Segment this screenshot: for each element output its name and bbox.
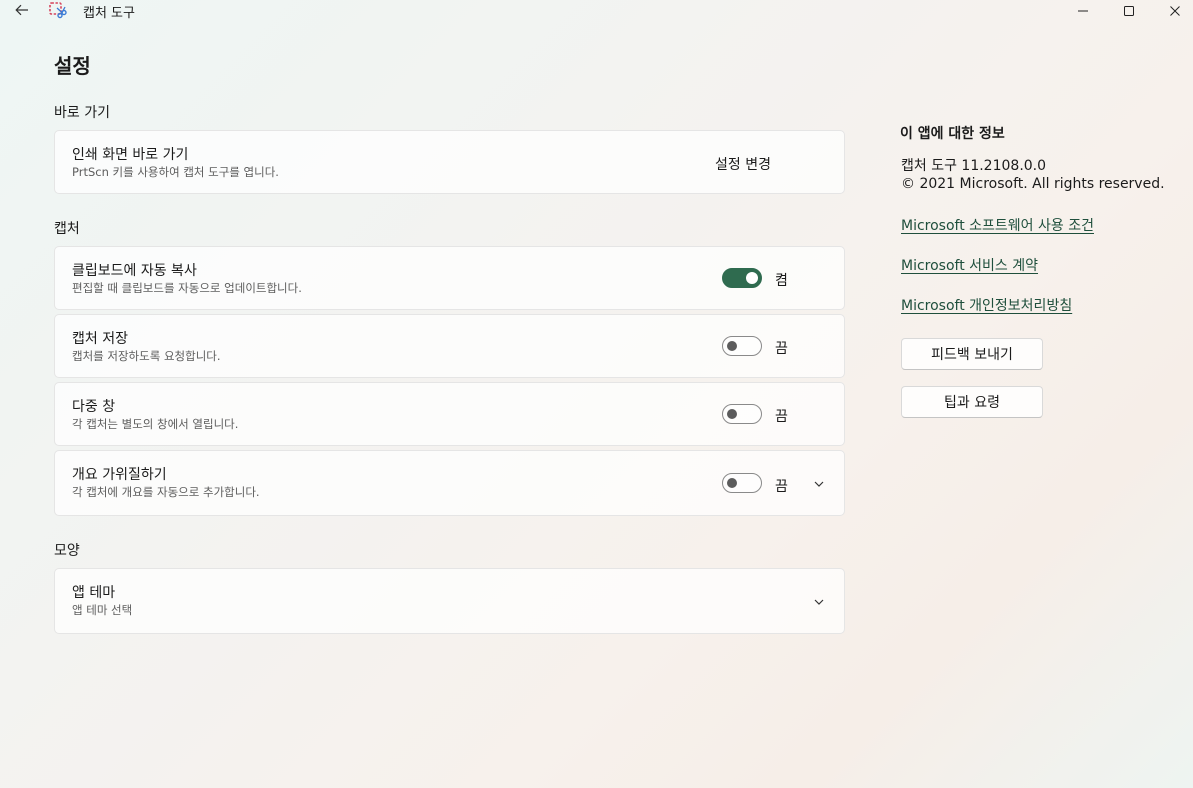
snipping-tool-app-icon: [49, 2, 67, 19]
snip-outline-state: 끔: [775, 479, 788, 495]
auto-copy-desc: 편집할 때 클립보드를 자동으로 업데이트합니다.: [72, 281, 302, 295]
save-snips-state: 끔: [775, 341, 788, 357]
save-snips-toggle[interactable]: [722, 336, 762, 356]
snip-outline-title: 개요 가위질하기: [72, 467, 167, 483]
app-theme-title: 앱 테마: [72, 585, 116, 601]
auto-copy-state: 켬: [775, 273, 788, 289]
about-version: 캡처 도구 11.2108.0.0: [901, 158, 1047, 174]
minimize-icon: [1078, 10, 1088, 12]
save-snips-card: 캡처 저장 캡처를 저장하도록 요청합니다. 끔: [54, 314, 845, 378]
multiple-windows-state: 끔: [775, 409, 788, 425]
app-theme-card[interactable]: 앱 테마 앱 테마 선택: [54, 568, 845, 634]
save-snips-title: 캡처 저장: [72, 331, 128, 347]
snip-outline-desc: 각 캡처에 개요를 자동으로 추가합니다.: [72, 485, 260, 499]
minimize-button[interactable]: [1060, 0, 1106, 22]
snip-outline-card[interactable]: 개요 가위질하기 각 캡처에 개요를 자동으로 추가합니다. 끔: [54, 450, 845, 516]
multiple-windows-desc: 각 캡처는 별도의 창에서 열립니다.: [72, 417, 239, 431]
back-button[interactable]: [10, 0, 34, 20]
section-label-shortcuts: 바로 가기: [54, 105, 110, 121]
multiple-windows-title: 다중 창: [72, 399, 116, 415]
app-theme-desc: 앱 테마 선택: [72, 603, 133, 617]
title-bar: 캡처 도구: [0, 0, 1193, 22]
maximize-icon: [1124, 6, 1134, 16]
auto-copy-title: 클립보드에 자동 복사: [72, 263, 197, 279]
about-heading: 이 앱에 대한 정보: [900, 126, 1005, 142]
section-label-capture: 캡처: [54, 221, 80, 237]
change-settings-link[interactable]: 설정 변경: [715, 154, 771, 174]
privacy-statement-link[interactable]: Microsoft 개인정보처리방침: [901, 295, 1072, 315]
arrow-left-icon: [15, 4, 28, 16]
multiple-windows-toggle[interactable]: [722, 404, 762, 424]
about-copyright: © 2021 Microsoft. All rights reserved.: [901, 176, 1165, 192]
license-terms-link[interactable]: Microsoft 소프트웨어 사용 조건: [901, 215, 1094, 235]
print-screen-title: 인쇄 화면 바로 가기: [72, 147, 189, 163]
chevron-down-icon[interactable]: [812, 595, 826, 609]
send-feedback-button[interactable]: 피드백 보내기: [901, 338, 1043, 370]
auto-copy-clipboard-card: 클립보드에 자동 복사 편집할 때 클립보드를 자동으로 업데이트합니다. 켬: [54, 246, 845, 310]
page-title: 설정: [54, 54, 91, 78]
close-button[interactable]: [1152, 0, 1193, 22]
section-label-appearance: 모양: [54, 543, 80, 559]
snip-outline-toggle[interactable]: [722, 473, 762, 493]
save-snips-desc: 캡처를 저장하도록 요청합니다.: [72, 349, 221, 363]
close-icon: [1170, 6, 1180, 16]
multiple-windows-card: 다중 창 각 캡처는 별도의 창에서 열립니다. 끔: [54, 382, 845, 446]
services-agreement-link[interactable]: Microsoft 서비스 계약: [901, 255, 1038, 275]
window-title: 캡처 도구: [83, 6, 135, 21]
tips-and-tricks-button[interactable]: 팁과 요령: [901, 386, 1043, 418]
chevron-down-icon[interactable]: [812, 477, 826, 491]
auto-copy-toggle[interactable]: [722, 268, 762, 288]
print-screen-desc: PrtScn 키를 사용하여 캡처 도구를 엽니다.: [72, 165, 279, 179]
maximize-button[interactable]: [1106, 0, 1152, 22]
print-screen-shortcut-card: 인쇄 화면 바로 가기 PrtScn 키를 사용하여 캡처 도구를 엽니다. 설…: [54, 130, 845, 194]
